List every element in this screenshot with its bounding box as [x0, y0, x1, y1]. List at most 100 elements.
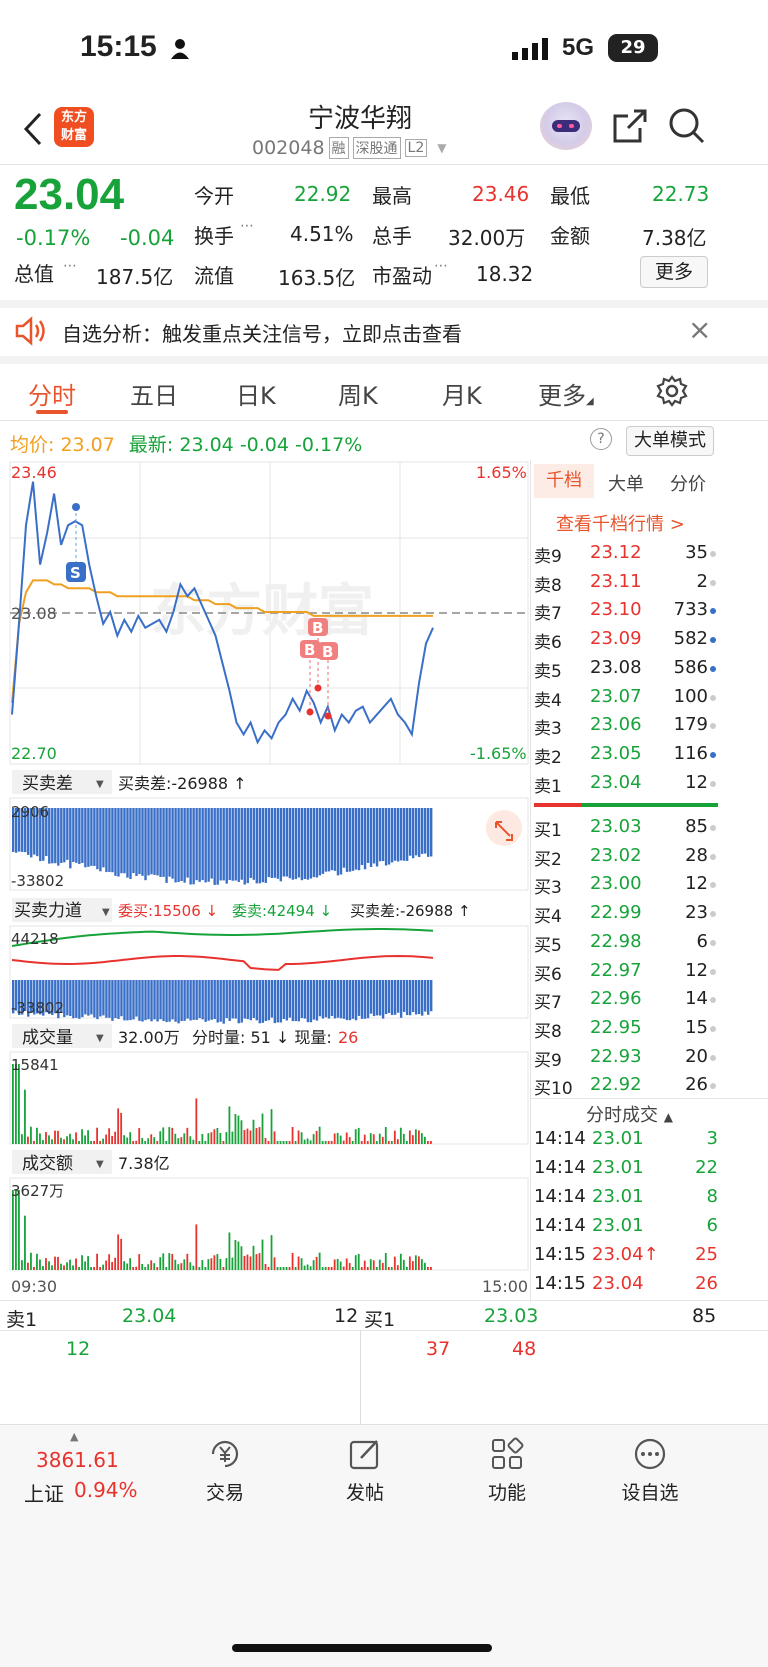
volume-bar	[135, 1140, 138, 1144]
force-bar	[234, 980, 237, 1019]
amount-bar	[108, 1254, 111, 1270]
amount-bar	[243, 1255, 246, 1270]
volume-bar	[51, 1139, 53, 1144]
tab-intraday[interactable]: 分时	[28, 376, 76, 411]
info-circle-icon[interactable]: ⋯	[240, 218, 254, 234]
subchart-1-top: 2906	[11, 803, 49, 821]
tab-5day[interactable]: 五日	[130, 376, 178, 411]
share-icon[interactable]	[612, 108, 648, 148]
nav-add-watchlist[interactable]: 设自选	[610, 1436, 690, 1505]
amount-bar	[159, 1257, 162, 1270]
home-indicator	[232, 1644, 492, 1652]
avg-value: 23.07	[60, 434, 115, 456]
amount-bar	[213, 1255, 216, 1270]
ask-level-label: 卖5	[534, 661, 562, 682]
amount-bar	[84, 1261, 86, 1270]
depth-link[interactable]: 查看千档行情 >	[556, 510, 685, 536]
robot-avatar-icon[interactable]	[540, 102, 592, 150]
tab-weekly[interactable]: 周K	[338, 376, 378, 411]
info-circle-icon[interactable]: ⋯	[63, 258, 77, 274]
tab-more[interactable]: 更多◢	[538, 376, 594, 411]
nav-functions[interactable]: 功能	[472, 1436, 542, 1505]
tick-volume: 8	[706, 1186, 718, 1207]
volume-bar	[42, 1140, 44, 1144]
big-order-mode-button[interactable]: 大单模式	[626, 426, 714, 456]
tab-monthly[interactable]: 月K	[442, 376, 482, 411]
volume-bar	[228, 1106, 231, 1144]
volume-bar	[378, 1133, 381, 1144]
ticks-title[interactable]: 分时成交 ▲	[586, 1101, 673, 1127]
diff-bar	[51, 808, 54, 864]
index-ticker[interactable]: ▲ 3861.61 上证 0.94%	[14, 1428, 164, 1508]
trade-icon	[211, 1440, 239, 1468]
force-bar	[171, 980, 174, 1020]
diff-bar	[117, 808, 120, 877]
tick-volume: 26	[695, 1273, 718, 1294]
intraday-chart[interactable]: 东方财富 S B B B 23.46 23.08 22.70 1.65% -1.…	[0, 460, 532, 1300]
search-icon[interactable]	[668, 107, 706, 149]
stock-meta[interactable]: 002048 融 深股通 L2 ▼	[252, 137, 446, 159]
ask-level-label: 卖3	[534, 719, 562, 740]
volume-bar	[426, 1141, 429, 1144]
buy-signal-label: B	[304, 641, 315, 659]
amount-bar	[237, 1241, 240, 1270]
volume-bar	[348, 1137, 351, 1144]
amount-bar	[240, 1246, 243, 1270]
close-icon[interactable]: ×	[688, 313, 711, 346]
amount-bar	[414, 1255, 417, 1270]
subchart-2-name: 买卖力道	[14, 901, 82, 921]
diff-bar	[318, 808, 322, 876]
ask-level-label: 卖2	[534, 747, 562, 768]
volume-bar	[150, 1134, 153, 1144]
amount-bar	[426, 1267, 429, 1270]
volume-bar	[339, 1135, 342, 1144]
amount-bar	[273, 1257, 276, 1270]
volume-bar	[204, 1141, 207, 1144]
order-dot-icon	[710, 579, 716, 586]
volume-bar	[108, 1128, 111, 1144]
price-info-line: 均价: 23.07 最新: 23.04 -0.04 -0.17%	[10, 430, 362, 457]
help-circle-icon[interactable]: ?	[590, 428, 612, 450]
expand-icon[interactable]	[486, 810, 522, 846]
diff-bar	[231, 808, 234, 881]
tab-daily[interactable]: 日K	[236, 376, 276, 411]
settings-gear-icon[interactable]	[656, 375, 688, 411]
more-button[interactable]: 更多	[640, 256, 708, 288]
signal-icon	[512, 38, 550, 64]
force-bar	[363, 980, 367, 1019]
tick-price: 23.01	[592, 1186, 644, 1207]
force-bar	[96, 980, 99, 1020]
amount-bar	[66, 1262, 68, 1270]
y-low-label: 22.70	[11, 744, 57, 763]
nav-trade[interactable]: 交易	[190, 1436, 260, 1505]
diff-bar	[276, 808, 280, 879]
force-bar	[309, 980, 313, 1023]
force-bar	[192, 980, 195, 1020]
diff-bar	[60, 808, 63, 863]
book-tab-price[interactable]: 分价	[670, 470, 706, 496]
diff-bar	[300, 808, 304, 881]
notice-text[interactable]: 自选分析：触发重点关注信号，立即点击查看	[62, 318, 462, 347]
volume-bar	[303, 1139, 306, 1144]
diff-bar	[315, 808, 319, 878]
order-dot-icon	[710, 853, 716, 860]
diff-bar	[174, 808, 177, 883]
force-bar	[414, 980, 418, 1015]
bid-volume: 26	[685, 1074, 708, 1096]
diff-bar	[264, 808, 268, 883]
nav-add-watchlist-label: 设自选	[621, 1482, 679, 1504]
info-circle-icon[interactable]: ⋯	[434, 258, 448, 274]
amount-bar	[417, 1256, 420, 1270]
amount-bar	[210, 1258, 213, 1270]
diff-bar	[171, 808, 174, 879]
force-bar	[366, 980, 370, 1019]
force-bar	[186, 980, 189, 1019]
nav-post[interactable]: 发帖	[330, 1436, 400, 1505]
force-bar	[354, 980, 358, 1021]
book-tab-big[interactable]: 大单	[608, 470, 644, 496]
diff-bar	[192, 808, 195, 885]
change-amt: -0.04	[120, 226, 175, 250]
book-tab-thousand[interactable]: 千档	[534, 464, 594, 498]
diff-bar	[372, 808, 376, 864]
diff-bar	[165, 808, 168, 883]
